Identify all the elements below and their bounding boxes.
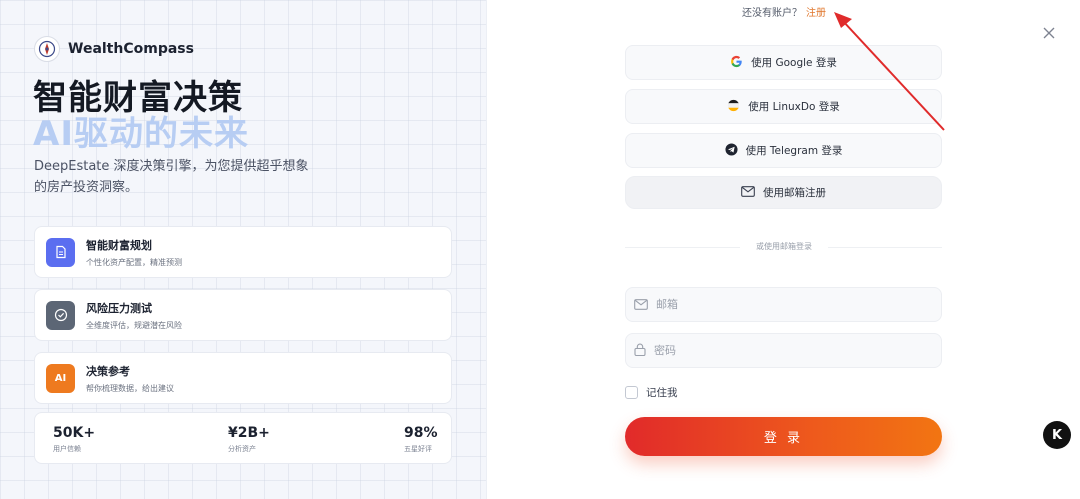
stat-rating: 98% 五星好评 [404,425,438,454]
linuxdo-login-label: 使用 LinuxDo 登录 [748,101,840,113]
telegram-login-label: 使用 Telegram 登录 [745,145,843,157]
login-button[interactable]: 登 录 [625,417,942,456]
feature-subtitle: 帮你梳理数据，给出建议 [86,383,174,393]
feature-title: 智能财富规划 [86,238,152,252]
feature-subtitle: 全维度评估，规避潜在风险 [86,320,182,330]
google-login-label: 使用 Google 登录 [751,57,837,69]
stat-label: 用户信赖 [53,445,81,453]
feature-subtitle: 个性化资产配置，精准预测 [86,257,182,267]
compass-logo-icon [34,36,60,62]
stat-value: 98% [404,425,438,441]
password-field[interactable] [625,333,942,368]
k-badge-button[interactable]: K [1043,421,1071,449]
hero-subtitle: AI驱动的未来 [33,114,249,154]
google-icon [730,55,743,71]
stat-label: 五星好评 [404,445,432,453]
lock-icon [634,341,646,360]
feature-card-wealth-planning: 智能财富规划 个性化资产配置，精准预测 [34,226,452,278]
remember-me-checkbox[interactable] [625,386,638,399]
stat-label: 分析资产 [228,445,256,453]
remember-me[interactable]: 记住我 [625,385,678,400]
document-icon [46,237,75,267]
telegram-login-button[interactable]: 使用 Telegram 登录 [625,133,942,168]
register-prompt: 还没有账户？ 注册 [742,4,826,19]
mail-icon [634,295,648,314]
linuxdo-login-button[interactable]: 使用 LinuxDo 登录 [625,89,942,124]
brand: WealthCompass [34,36,194,62]
close-button[interactable] [1038,22,1060,44]
ai-icon: AI [46,363,75,393]
check-circle-icon [46,300,75,330]
feature-title: 决策参考 [86,364,130,378]
linuxdo-icon [727,99,740,115]
feature-card-decision-reference: AI 决策参考 帮你梳理数据，给出建议 [34,352,452,404]
email-register-label: 使用邮箱注册 [763,187,826,199]
email-input[interactable] [656,298,926,311]
no-account-text: 还没有账户？ [742,8,802,19]
stat-assets: ¥2B+ 分析资产 [228,425,270,454]
email-register-button[interactable]: 使用邮箱注册 [625,176,942,209]
divider-text: 或使用邮箱登录 [740,241,828,252]
intro-panel: WealthCompass 智能财富决策 AI驱动的未来 DeepEstate … [0,0,487,499]
email-field[interactable] [625,287,942,322]
password-input[interactable] [654,344,924,357]
feature-title: 风险压力测试 [86,301,152,315]
mail-icon [741,185,755,200]
feature-card-stress-test: 风险压力测试 全维度评估，规避潜在风险 [34,289,452,341]
stat-users: 50K+ 用户信赖 [53,425,95,454]
brand-name: WealthCompass [68,41,194,57]
stat-value: ¥2B+ [228,425,270,441]
remember-me-label: 记住我 [646,387,678,399]
hero-description: DeepEstate 深度决策引擎，为您提供超乎想象的房产投资洞察。 [34,159,309,195]
stats-card: 50K+ 用户信赖 ¥2B+ 分析资产 98% 五星好评 [34,412,452,464]
google-login-button[interactable]: 使用 Google 登录 [625,45,942,80]
close-icon[interactable] [1043,27,1055,39]
stat-value: 50K+ [53,425,96,441]
register-link[interactable]: 注册 [806,8,826,19]
telegram-icon [725,142,738,159]
